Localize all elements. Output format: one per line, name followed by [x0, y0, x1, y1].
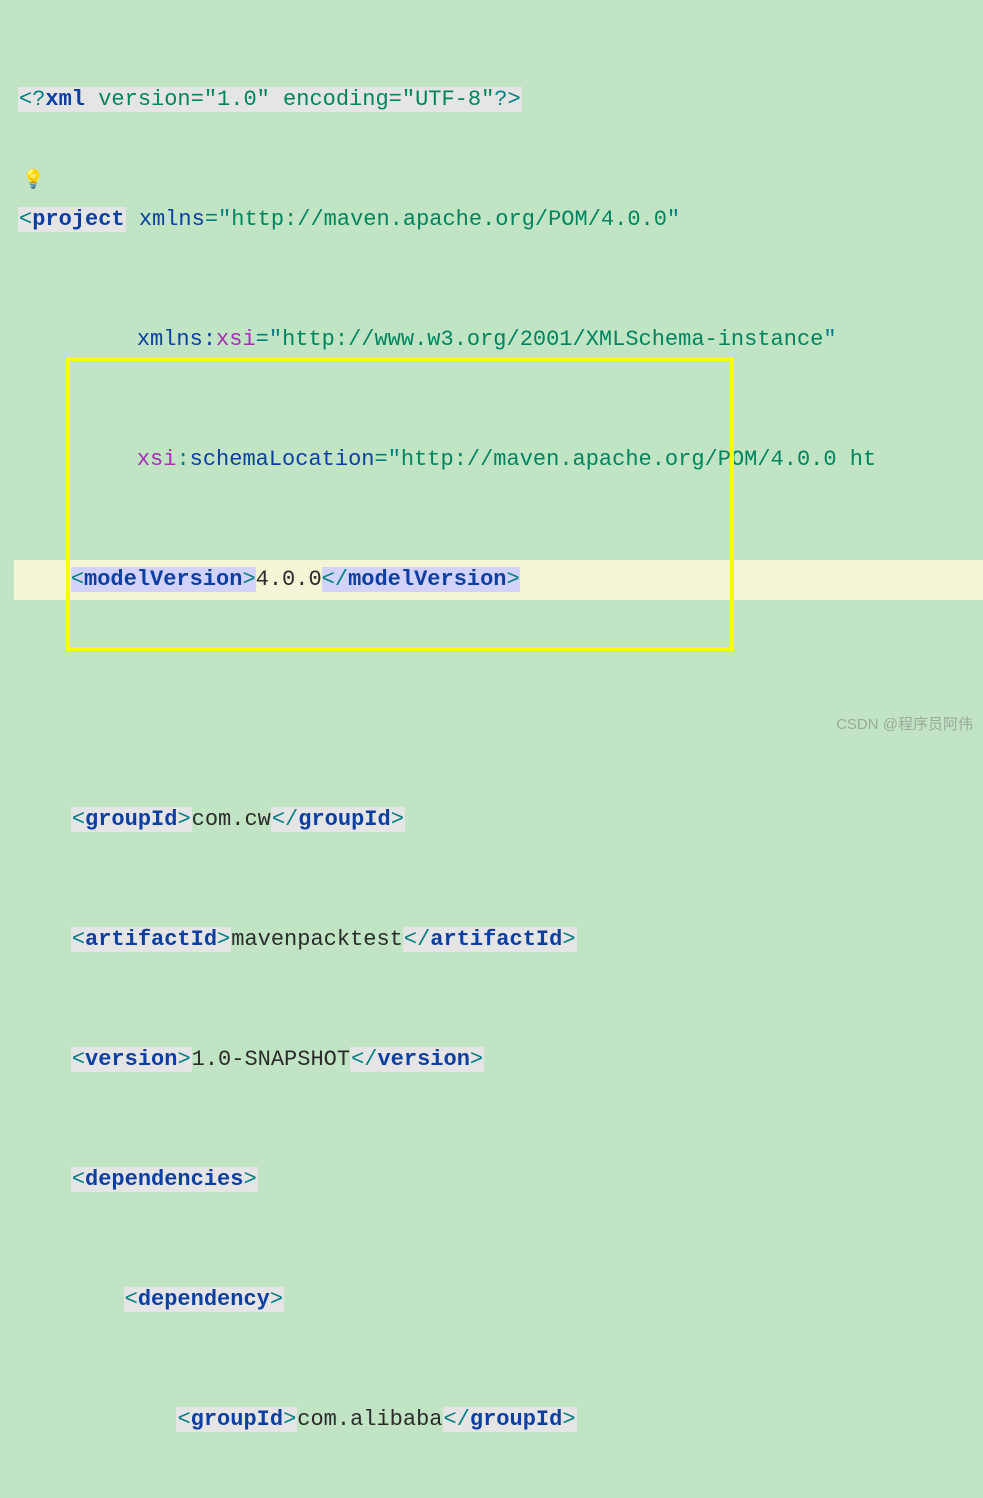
- code-line: <groupId>com.alibaba</groupId>: [14, 1400, 983, 1440]
- watermark: CSDN @程序员阿伟: [836, 705, 973, 745]
- code-line: xsi:schemaLocation="http://maven.apache.…: [14, 440, 983, 480]
- code-line: <dependencies>: [14, 1160, 983, 1200]
- code-line: <project xmlns="http://maven.apache.org/…: [14, 200, 983, 240]
- code-line: <version>1.0-SNAPSHOT</version>: [14, 1040, 983, 1080]
- code-line: <dependency>: [14, 1280, 983, 1320]
- code-line: <?xml version="1.0" encoding="UTF-8"?>: [14, 80, 983, 120]
- code-line: xmlns:xsi="http://www.w3.org/2001/XMLSch…: [14, 320, 983, 360]
- code-line: <groupId>com.cw</groupId>: [14, 800, 983, 840]
- code-line: <artifactId>mavenpacktest</artifactId>: [14, 920, 983, 960]
- gutter: [0, 0, 14, 749]
- code-line-highlighted: <modelVersion>4.0.0</modelVersion>: [14, 560, 983, 600]
- code-editor[interactable]: <?xml version="1.0" encoding="UTF-8"?> <…: [14, 0, 983, 1498]
